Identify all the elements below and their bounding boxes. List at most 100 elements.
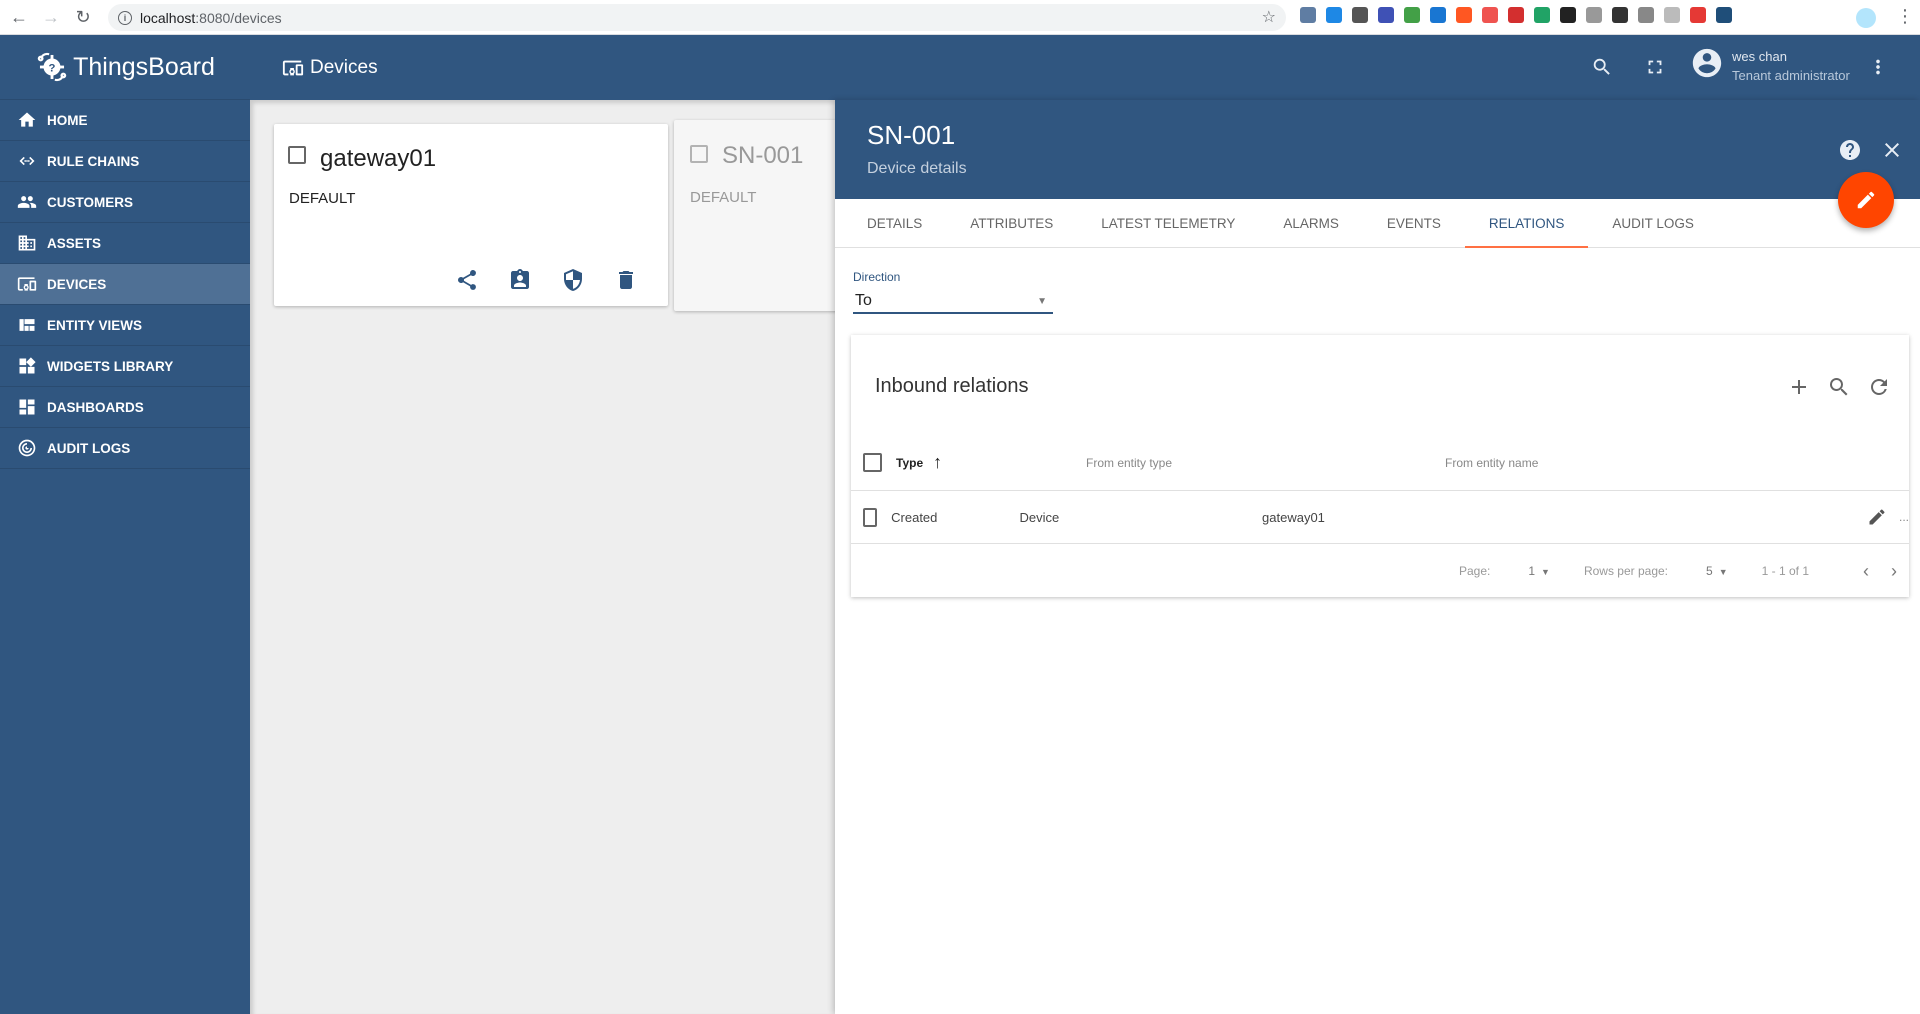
- page-value: 1: [1528, 564, 1536, 578]
- address-bar[interactable]: i localhost:8080/devices ☆: [108, 4, 1286, 31]
- device-select-checkbox[interactable]: [288, 146, 306, 164]
- sidebar-item-customers[interactable]: CUSTOMERS: [0, 182, 250, 223]
- row-select-checkbox[interactable]: [863, 507, 878, 527]
- tab-audit-logs[interactable]: AUDIT LOGS: [1588, 199, 1718, 247]
- edit-relation-icon[interactable]: [1867, 507, 1887, 527]
- sidebar-item-devices[interactable]: DEVICES: [0, 264, 250, 305]
- column-header-type[interactable]: Type ↑: [896, 452, 1086, 473]
- page-range: 1 - 1 of 1: [1761, 564, 1809, 578]
- rule-chains-icon: [16, 150, 38, 172]
- page-title-text: Devices: [310, 56, 378, 78]
- help-icon: [1840, 140, 1860, 160]
- details-tabs: DETAILS ATTRIBUTES LATEST TELEMETRY ALARMS E…: [835, 199, 1920, 248]
- browser-extension-icon[interactable]: [1638, 7, 1654, 23]
- tab-latest-telemetry[interactable]: LATEST TELEMETRY: [1077, 199, 1259, 247]
- column-header-from-name[interactable]: From entity name: [1445, 456, 1815, 470]
- next-page-icon[interactable]: ›: [1891, 561, 1897, 582]
- tab-relations[interactable]: RELATIONS: [1464, 199, 1589, 248]
- back-button[interactable]: ←: [6, 4, 32, 30]
- cell-from-type: Device: [1019, 509, 1060, 525]
- user-name: wes chan: [1732, 48, 1787, 64]
- assign-customer-icon[interactable]: [508, 268, 532, 292]
- account-circle-icon: [1690, 46, 1724, 85]
- user-role: Tenant administrator: [1732, 67, 1850, 83]
- column-header-from-type[interactable]: From entity type: [1086, 456, 1445, 470]
- direction-label: Direction: [853, 270, 901, 284]
- sidebar-item-dashboards[interactable]: DASHBOARDS: [0, 387, 250, 428]
- tab-details[interactable]: DETAILS: [843, 199, 946, 247]
- select-all-checkbox[interactable]: [863, 453, 882, 472]
- add-icon[interactable]: [1787, 375, 1811, 399]
- sidebar-item-label: WIDGETS LIBRARY: [47, 358, 174, 374]
- bookmark-star-icon[interactable]: ☆: [1262, 7, 1276, 27]
- browser-extension-icon[interactable]: [1534, 7, 1550, 23]
- browser-extension-icon[interactable]: [1586, 7, 1602, 23]
- tab-events[interactable]: EVENTS: [1363, 199, 1465, 247]
- direction-field[interactable]: Direction To ▼: [853, 270, 1053, 314]
- cell-type: Created: [891, 509, 938, 525]
- sidebar-item-home[interactable]: HOME: [0, 100, 250, 141]
- browser-extension-icon[interactable]: [1430, 7, 1446, 23]
- sidebar-item-widgets-library[interactable]: WIDGETS LIBRARY: [0, 346, 250, 387]
- browser-extension-icon[interactable]: [1378, 7, 1394, 23]
- browser-extension-icon[interactable]: [1404, 7, 1420, 23]
- table-row[interactable]: Created Device gateway01 ...: [851, 491, 1909, 544]
- device-type: DEFAULT: [690, 189, 757, 206]
- share-icon[interactable]: [455, 268, 479, 292]
- user-menu[interactable]: wes chan Tenant administrator: [1690, 46, 1850, 85]
- direction-select[interactable]: To ▼: [853, 290, 1053, 314]
- browser-extension-icon[interactable]: [1664, 7, 1680, 23]
- browser-extension-icon[interactable]: [1690, 7, 1706, 23]
- forward-button[interactable]: →: [38, 4, 64, 30]
- browser-extension-icon[interactable]: [1352, 7, 1368, 23]
- extensions-area: [1300, 7, 1732, 23]
- prev-page-icon[interactable]: ‹: [1863, 561, 1869, 582]
- edit-pencil-icon: [1857, 191, 1875, 209]
- close-button[interactable]: [1880, 138, 1904, 162]
- home-icon: [16, 109, 38, 131]
- browser-extension-icon[interactable]: [1456, 7, 1472, 23]
- sidebar: ? ThingsBoard HOME RULE CHAINS CUSTOMERS AS…: [0, 35, 250, 1014]
- brand-logo[interactable]: ? ThingsBoard: [0, 35, 250, 100]
- widgets-icon: [16, 355, 38, 377]
- rows-per-page-select[interactable]: 5 ▼: [1706, 564, 1728, 578]
- fullscreen-button[interactable]: [1643, 55, 1667, 79]
- tab-alarms[interactable]: ALARMS: [1259, 199, 1363, 247]
- row-more-button[interactable]: ...: [1899, 510, 1909, 524]
- device-name: gateway01: [320, 145, 437, 172]
- sidebar-item-audit-logs[interactable]: AUDIT LOGS: [0, 428, 250, 469]
- sidebar-item-assets[interactable]: ASSETS: [0, 223, 250, 264]
- device-select-checkbox[interactable]: [690, 145, 708, 163]
- browser-extension-icon[interactable]: [1300, 7, 1316, 23]
- browser-menu-icon[interactable]: ⋮: [1896, 7, 1914, 25]
- browser-extension-icon[interactable]: [1482, 7, 1498, 23]
- tab-attributes[interactable]: ATTRIBUTES: [946, 199, 1077, 247]
- browser-extension-icon[interactable]: [1560, 7, 1576, 23]
- browser-extension-icon[interactable]: [1326, 7, 1342, 23]
- url-path: :8080/devices: [195, 9, 282, 26]
- direction-value: To: [855, 292, 872, 309]
- devices-icon: [282, 60, 304, 75]
- reload-button[interactable]: ↻: [70, 4, 96, 30]
- browser-toolbar: ← → ↻ i localhost:8080/devices ☆ ⋮: [0, 0, 1920, 35]
- dashboards-icon: [16, 396, 38, 418]
- browser-extension-icon[interactable]: [1508, 7, 1524, 23]
- page-select[interactable]: 1 ▼: [1528, 564, 1550, 578]
- sidebar-item-label: AUDIT LOGS: [47, 440, 131, 456]
- search-button[interactable]: [1590, 55, 1614, 79]
- help-button[interactable]: [1838, 138, 1862, 162]
- more-menu-button[interactable]: [1866, 55, 1890, 79]
- browser-extension-icon[interactable]: [1612, 7, 1628, 23]
- sidebar-item-entity-views[interactable]: ENTITY VIEWS: [0, 305, 250, 346]
- delete-icon[interactable]: [614, 268, 638, 292]
- credentials-shield-icon[interactable]: [561, 268, 585, 292]
- site-info-icon[interactable]: i: [118, 10, 132, 25]
- search-icon[interactable]: [1827, 375, 1851, 399]
- sidebar-item-rule-chains[interactable]: RULE CHAINS: [0, 141, 250, 182]
- refresh-icon[interactable]: [1867, 375, 1891, 399]
- edit-fab-button[interactable]: [1838, 172, 1894, 228]
- sidebar-item-label: ENTITY VIEWS: [47, 317, 143, 333]
- device-card[interactable]: gateway01 DEFAULT: [274, 124, 668, 306]
- browser-extension-icon[interactable]: [1716, 7, 1732, 23]
- profile-avatar[interactable]: [1856, 8, 1876, 28]
